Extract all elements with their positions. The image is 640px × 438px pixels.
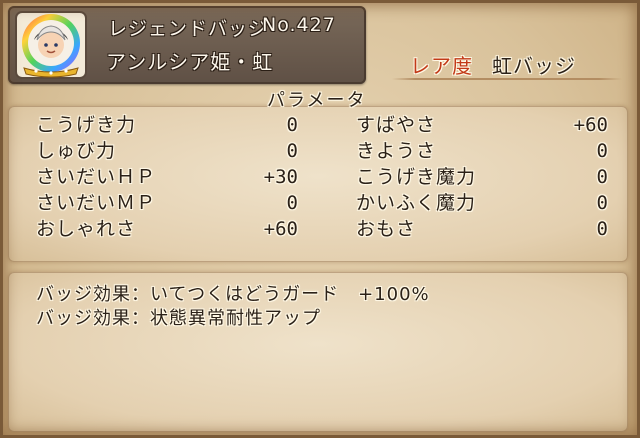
stats-left-column: こうげき力 0 しゅび力 0 さいだいＨＰ +30 さいだいＭＰ 0 おしゃれさ… bbox=[36, 112, 298, 242]
stat-row: しゅび力 0 bbox=[36, 138, 298, 164]
stat-row: きようさ 0 bbox=[356, 138, 608, 164]
stat-name: こうげき力 bbox=[36, 114, 137, 136]
stats-right-column: すばやさ +60 きようさ 0 こうげき魔力 0 かいふく魔力 0 おもさ 0 bbox=[356, 112, 608, 242]
stat-value: 0 bbox=[596, 192, 608, 214]
rarity-value: 虹バッジ bbox=[492, 54, 576, 78]
stat-name: すばやさ bbox=[356, 114, 437, 136]
parameters-panel: こうげき力 0 しゅび力 0 さいだいＨＰ +30 さいだいＭＰ 0 おしゃれさ… bbox=[8, 106, 628, 262]
stat-value: 0 bbox=[596, 166, 608, 188]
stat-name: おもさ bbox=[356, 218, 417, 240]
stat-name: こうげき魔力 bbox=[356, 166, 477, 188]
stat-row: すばやさ +60 bbox=[356, 112, 608, 138]
stat-name: しゅび力 bbox=[36, 140, 117, 162]
princess-portrait-badge-icon bbox=[14, 10, 88, 80]
stat-row: さいだいＨＰ +30 bbox=[36, 164, 298, 190]
badge-effects-panel: バッジ効果：いてつくはどうガード +100% バッジ効果：状態異常耐性アップ bbox=[8, 272, 628, 432]
badge-effect-line: バッジ効果：状態異常耐性アップ bbox=[36, 308, 321, 329]
stat-row: おもさ 0 bbox=[356, 216, 608, 242]
stat-row: おしゃれさ +60 bbox=[36, 216, 298, 242]
stat-value: 0 bbox=[596, 218, 608, 240]
stat-row: こうげき力 0 bbox=[36, 112, 298, 138]
badge-name: アンルシア姫・虹 bbox=[106, 50, 274, 74]
parameters-title: パラメータ bbox=[267, 90, 367, 111]
rarity-label: レア度 bbox=[410, 54, 473, 78]
stat-value: +60 bbox=[573, 114, 608, 136]
stat-name: さいだいＭＰ bbox=[36, 192, 157, 214]
stat-row: こうげき魔力 0 bbox=[356, 164, 608, 190]
stat-value: 0 bbox=[286, 192, 298, 214]
stat-value: +30 bbox=[263, 166, 298, 188]
stat-value: 0 bbox=[596, 140, 608, 162]
badge-effect-line: バッジ効果：いてつくはどうガード +100% bbox=[36, 284, 430, 305]
badge-type-label: レジェンドバッジ bbox=[108, 18, 269, 40]
stat-row: かいふく魔力 0 bbox=[356, 190, 608, 216]
badge-number: No.427 bbox=[262, 14, 336, 36]
stat-value: 0 bbox=[286, 140, 298, 162]
stat-row: さいだいＭＰ 0 bbox=[36, 190, 298, 216]
stat-name: かいふく魔力 bbox=[356, 192, 477, 214]
stat-value: 0 bbox=[286, 114, 298, 136]
rarity-underline bbox=[392, 78, 622, 80]
stat-name: おしゃれさ bbox=[36, 218, 137, 240]
stat-name: きようさ bbox=[356, 140, 437, 162]
stat-value: +60 bbox=[263, 218, 298, 240]
stat-name: さいだいＨＰ bbox=[36, 166, 157, 188]
